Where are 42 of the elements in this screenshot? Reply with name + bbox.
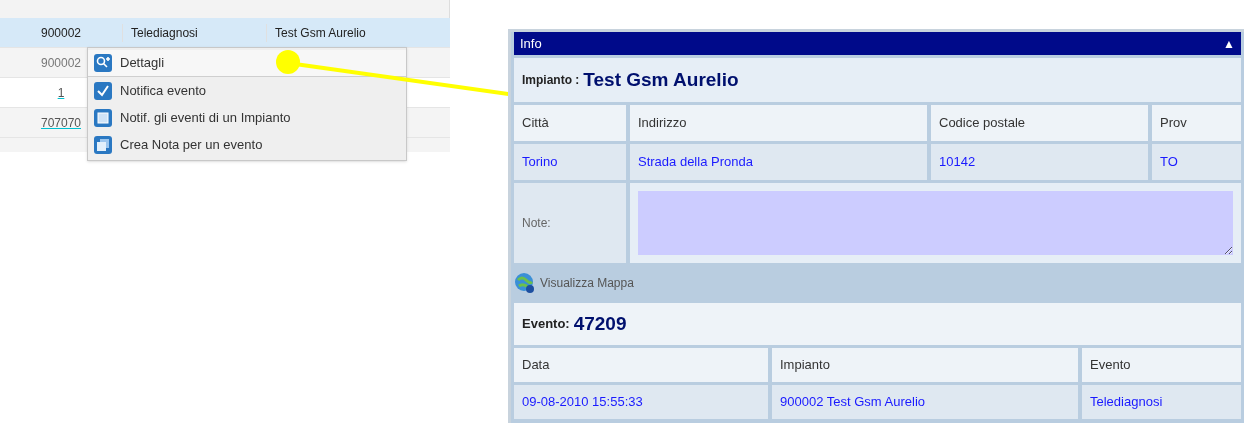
impianto-value: Test Gsm Aurelio: [583, 67, 739, 92]
panel-title: Info: [520, 34, 542, 53]
menu-item[interactable]: Notif. gli eventi di un Impianto: [88, 104, 406, 131]
table-cell: 09-08-2010 15:55:33: [514, 385, 768, 419]
table-cell-text: 900002: [40, 54, 81, 72]
table-cell: TO: [1152, 144, 1241, 180]
globe-icon: [514, 272, 536, 294]
collapse-button[interactable]: ▲: [1223, 34, 1235, 53]
evento-label: Evento:: [522, 315, 570, 334]
table-cell: Strada della Pronda: [630, 144, 927, 180]
menu-item-label: Dettagli: [120, 54, 165, 73]
menu-item-label: Crea Nota per un evento: [120, 135, 263, 154]
column-header: Prov: [1152, 105, 1241, 141]
table-cell: Torino: [514, 144, 626, 180]
table-cell-text: Test Gsm Aurelio: [275, 24, 366, 42]
menu-item[interactable]: Crea Nota per un evento: [88, 131, 406, 158]
stacked-windows-icon: [94, 135, 112, 154]
column-header: Data: [514, 348, 768, 382]
checkmark-icon: [94, 81, 112, 100]
note-field[interactable]: [638, 191, 1233, 255]
table-cell-text: 900002: [40, 24, 81, 42]
menu-item-label: Notifica evento: [120, 81, 206, 100]
window-icon: [94, 108, 112, 127]
table-cell-text: Telediagnosi: [131, 24, 198, 42]
menu-item[interactable]: Notifica evento: [88, 77, 406, 104]
impianto-label: Impianto :: [522, 72, 580, 89]
magnifier-icon: [94, 54, 112, 72]
column-header: Evento: [1082, 348, 1241, 382]
table-cell: 900002 Test Gsm Aurelio: [772, 385, 1078, 419]
table-cell: 10142: [931, 144, 1148, 180]
column-header: Codice postale: [931, 105, 1148, 141]
evento-value: 47209: [573, 311, 627, 336]
table-link[interactable]: 707070: [40, 113, 81, 132]
menu-item-label: Notif. gli eventi di un Impianto: [120, 108, 291, 127]
map-link[interactable]: Visualizza Mappa: [540, 274, 634, 292]
table-cell: Telediagnosi: [1082, 385, 1241, 419]
column-header: Indirizzo: [630, 105, 927, 141]
note-label: Note:: [514, 183, 626, 263]
table-link[interactable]: 1: [57, 83, 65, 102]
menu-item[interactable]: Dettagli: [88, 50, 406, 77]
column-header: Città: [514, 105, 626, 141]
column-header: Impianto: [772, 348, 1078, 382]
